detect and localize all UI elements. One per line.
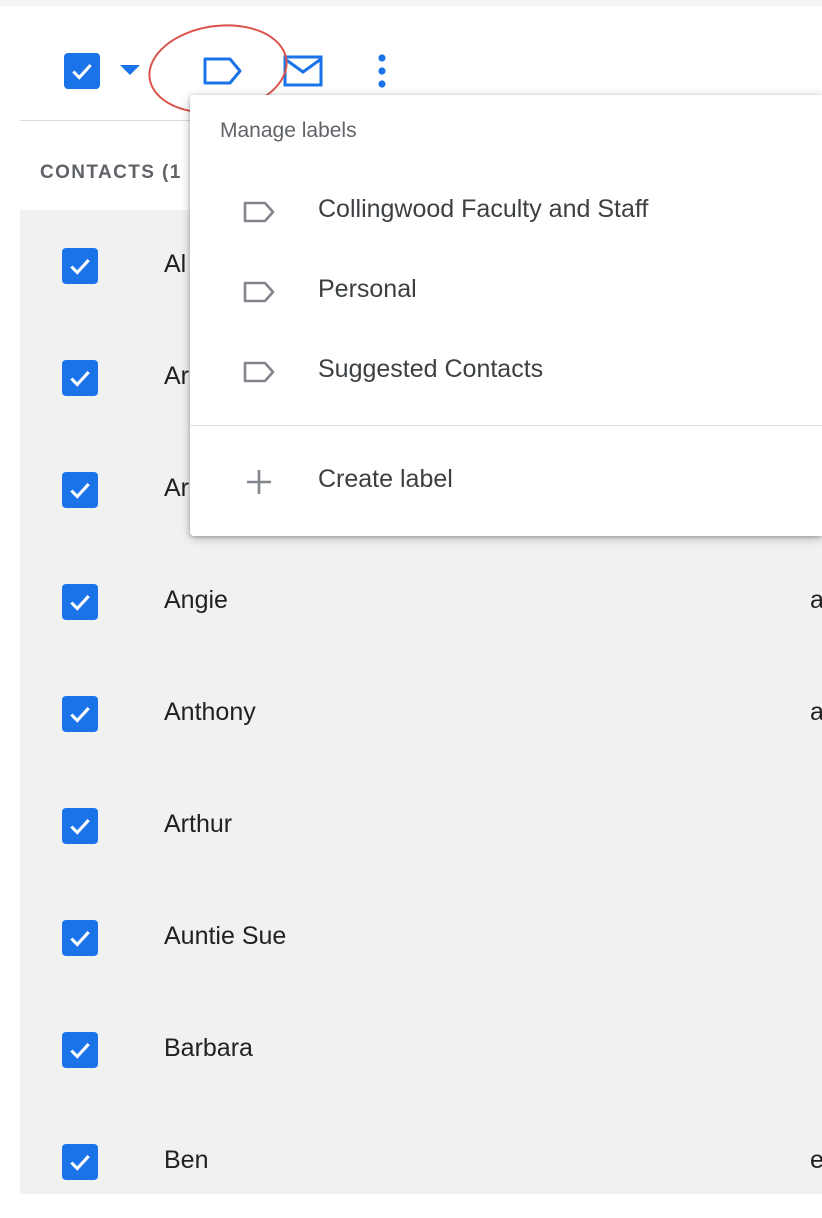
menu-item-text: Suggested Contacts [318, 355, 544, 383]
mail-icon [283, 55, 323, 87]
select-options-dropdown[interactable] [118, 60, 142, 80]
menu-title: Manage labels [220, 119, 357, 142]
checkmark-icon [70, 707, 90, 723]
menu-item-label[interactable]: Collingwood Faculty and Staff [190, 171, 822, 251]
manage-labels-button[interactable] [200, 54, 244, 88]
create-label-item[interactable]: Create label [190, 441, 822, 521]
menu-divider [190, 425, 822, 426]
contact-name: Ben [164, 1146, 209, 1174]
menu-item-text: Collingwood Faculty and Staff [318, 195, 649, 223]
checkmark-icon [70, 1155, 90, 1171]
contact-row[interactable]: Auntie Sue [20, 882, 822, 994]
contact-email: a [810, 698, 822, 726]
label-icon [203, 57, 242, 85]
checkmark-icon [70, 595, 90, 611]
contact-name: Anthony [164, 698, 256, 726]
label-outline-icon [243, 361, 275, 383]
checkmark-icon [70, 931, 90, 947]
more-actions-button[interactable] [372, 52, 392, 90]
menu-item-text: Personal [318, 275, 417, 303]
menu-item-label[interactable]: Personal [190, 251, 822, 331]
select-all-checkbox[interactable] [64, 53, 100, 89]
contact-name: Al [164, 250, 187, 278]
more-vert-icon [378, 54, 386, 88]
contact-email: e [810, 1146, 822, 1174]
plus-icon [247, 470, 271, 494]
menu-item-label[interactable]: Suggested Contacts [190, 331, 822, 411]
label-outline-icon [243, 201, 275, 223]
checkmark-icon [70, 1043, 90, 1059]
contact-email: a [810, 586, 822, 614]
contact-name: Angie [164, 586, 228, 614]
checkmark-icon [70, 483, 90, 499]
contact-checkbox[interactable] [62, 920, 98, 956]
contact-row[interactable]: Anthony a [20, 658, 822, 770]
contact-checkbox[interactable] [62, 248, 98, 284]
contact-name: Ar [164, 362, 189, 390]
contact-name: Ar [164, 474, 189, 502]
contact-checkbox[interactable] [62, 360, 98, 396]
contact-name: Arthur [164, 810, 233, 838]
label-outline-icon [243, 281, 275, 303]
contact-checkbox[interactable] [62, 584, 98, 620]
contact-row[interactable]: Arthur [20, 770, 822, 882]
checkmark-icon [70, 819, 90, 835]
caret-down-icon [120, 65, 140, 75]
contact-checkbox[interactable] [62, 1144, 98, 1180]
create-label-text: Create label [318, 465, 453, 493]
contact-checkbox[interactable] [62, 472, 98, 508]
contact-checkbox[interactable] [62, 696, 98, 732]
checkbox-checked-icon [64, 53, 100, 89]
contact-checkbox[interactable] [62, 1032, 98, 1068]
checkmark-icon [70, 371, 90, 387]
contact-name: Auntie Sue [164, 922, 287, 950]
contacts-count-header: CONTACTS (1 [40, 162, 182, 183]
contact-row[interactable]: Ben e [20, 1106, 822, 1218]
checkmark-icon [70, 259, 90, 275]
manage-labels-menu: Manage labels Collingwood Faculty and St… [190, 95, 822, 536]
contact-checkbox[interactable] [62, 808, 98, 844]
contact-row[interactable]: Angie a [20, 546, 822, 658]
contact-row[interactable]: Barbara [20, 994, 822, 1106]
contact-name: Barbara [164, 1034, 253, 1062]
send-email-button[interactable] [282, 54, 324, 88]
